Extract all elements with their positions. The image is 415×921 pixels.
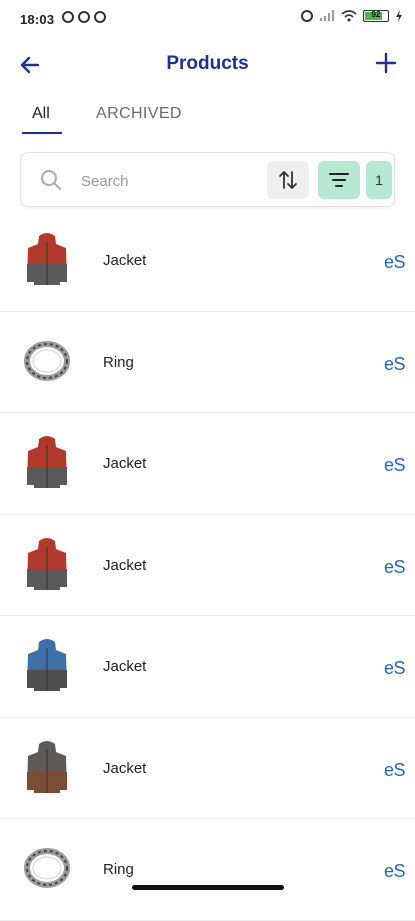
battery-level: 92 (371, 10, 381, 19)
filter-button[interactable] (318, 161, 360, 199)
ring-image (24, 340, 70, 381)
product-name: Jacket (103, 556, 147, 574)
battery-icon: 92 (363, 10, 389, 22)
product-name: Jacket (103, 455, 147, 472)
add-icon[interactable] (371, 48, 401, 78)
product-item[interactable]: Jacket eS (0, 413, 415, 515)
product-name: Jacket (103, 658, 147, 675)
jacket-red-image (27, 537, 67, 590)
app-notification-icon-2 (94, 11, 106, 23)
sort-button[interactable] (267, 161, 309, 199)
search-bar: 1 (20, 152, 395, 207)
brand-label: eS (383, 455, 406, 475)
alarm-icon (301, 10, 313, 22)
charging-icon (396, 10, 402, 22)
sort-icon (279, 170, 297, 190)
product-item[interactable]: Jacket eS (0, 210, 415, 312)
jacket-red-image (27, 436, 67, 488)
product-name: Ring (103, 353, 134, 371)
search-input[interactable] (79, 163, 273, 199)
search-icon (41, 170, 61, 190)
wifi-icon (341, 10, 357, 22)
home-indicator[interactable] (132, 885, 284, 890)
brand-label: eS (383, 861, 406, 881)
system-icons: 92 (301, 10, 403, 22)
filter-icon (329, 173, 349, 187)
product-name: Jacket (103, 252, 147, 269)
tab-bar: All ARCHIVED (0, 95, 415, 137)
product-list: Jacket eS Ring eS Jacket eS Jacket eS Ja… (0, 210, 415, 921)
app-notification-icon (78, 11, 90, 23)
status-time: 18:03 (20, 12, 55, 27)
brand-label: eS (383, 658, 406, 678)
page-title: Products (166, 53, 249, 74)
product-item[interactable]: Ring eS (0, 819, 415, 921)
tab-archived[interactable]: ARCHIVED (96, 105, 182, 123)
brand-label: eS (383, 353, 406, 374)
product-item[interactable]: Ring eS (0, 312, 415, 413)
product-name: Jacket (103, 759, 147, 777)
product-name: Ring (103, 861, 134, 878)
tab-indicator (22, 132, 62, 134)
notification-icons (62, 11, 106, 23)
signal-icon (320, 10, 334, 21)
tab-all[interactable]: All (32, 105, 50, 123)
product-item[interactable]: Jacket eS (0, 515, 415, 616)
brand-label: eS (383, 759, 406, 780)
jacket-blue-image (27, 639, 67, 691)
product-item[interactable]: Jacket eS (0, 718, 415, 819)
app-bar: Products (0, 40, 415, 90)
jacket-red-image (27, 233, 67, 285)
brand-label: eS (383, 252, 406, 272)
status-bar: 18:03 92 (0, 0, 415, 40)
whatsapp-icon (62, 11, 74, 23)
jacket-brown-image (27, 740, 67, 793)
ring-image (24, 848, 70, 888)
brand-label: eS (383, 556, 406, 577)
product-item[interactable]: Jacket eS (0, 616, 415, 718)
filter-count-badge[interactable]: 1 (366, 161, 392, 199)
